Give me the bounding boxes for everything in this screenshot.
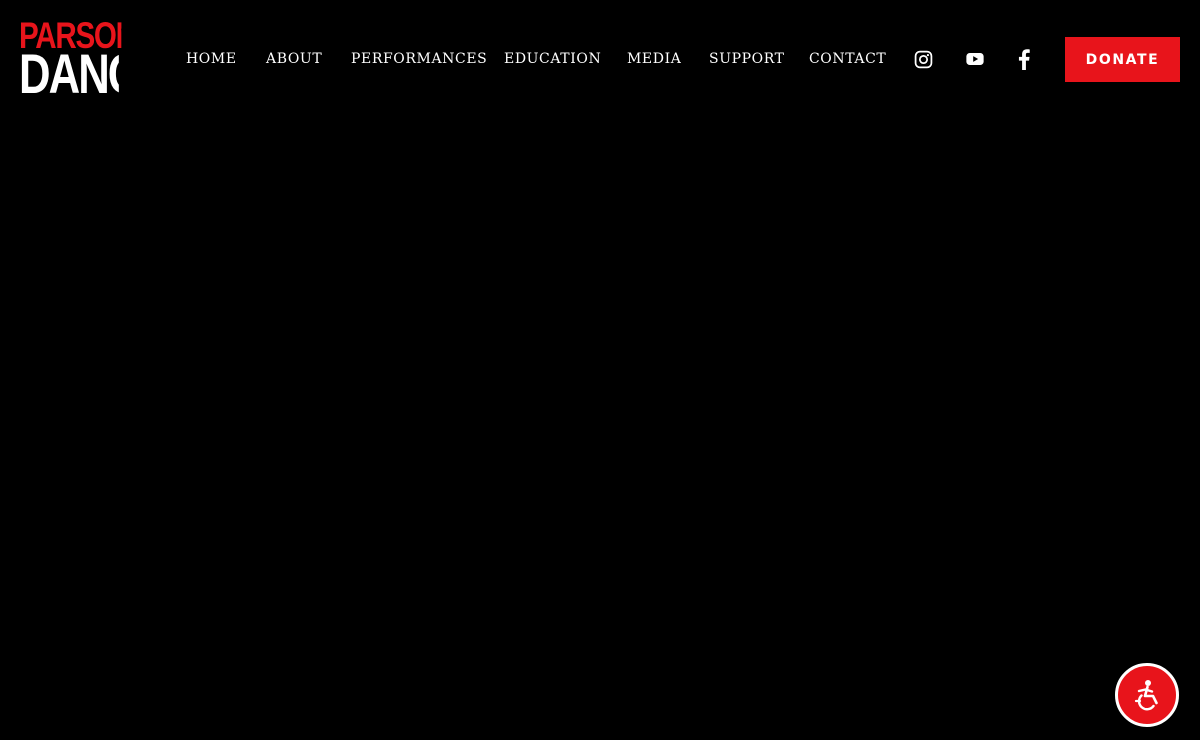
youtube-link[interactable] — [962, 46, 988, 72]
page: PARSONS DANCE HOME ABOUT PERFORMANCES ED… — [0, 0, 1200, 740]
nav-item-about[interactable]: ABOUT — [266, 47, 322, 71]
accessibility-button[interactable] — [1115, 663, 1179, 727]
donate-button[interactable]: DONATE — [1065, 37, 1180, 82]
nav-item-contact[interactable]: CONTACT — [809, 47, 886, 71]
site-header: PARSONS DANCE HOME ABOUT PERFORMANCES ED… — [0, 0, 1200, 118]
youtube-icon — [966, 53, 984, 65]
nav-item-home[interactable]: HOME — [186, 47, 237, 71]
accessibility-icon — [1134, 680, 1158, 711]
facebook-icon — [1018, 48, 1030, 70]
nav-item-education[interactable]: EDUCATION — [504, 47, 601, 71]
main-nav: HOME ABOUT PERFORMANCES EDUCATION MEDIA … — [0, 47, 900, 71]
instagram-link[interactable] — [910, 46, 936, 72]
facebook-link[interactable] — [1011, 46, 1037, 72]
nav-item-performances[interactable]: PERFORMANCES — [351, 47, 487, 71]
nav-item-support[interactable]: SUPPORT — [709, 47, 785, 71]
instagram-icon — [914, 50, 932, 68]
nav-item-media[interactable]: MEDIA — [627, 47, 681, 71]
